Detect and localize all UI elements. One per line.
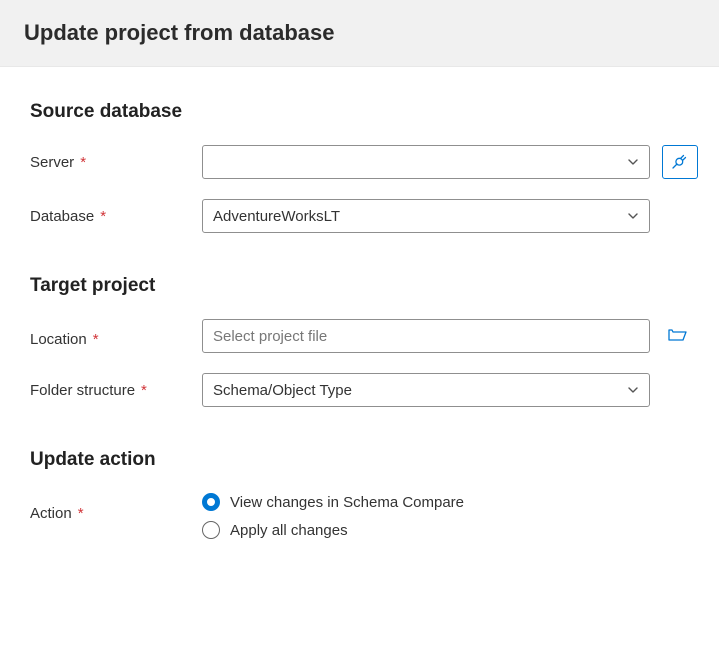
location-label-wrap: Location * [30,319,202,348]
database-label-wrap: Database * [30,208,202,225]
folder-structure-dropdown[interactable]: Schema/Object Type [202,373,650,407]
radio-label-apply-all: Apply all changes [230,522,348,539]
radio-label-view-changes: View changes in Schema Compare [230,494,464,511]
source-database-heading: Source database [30,101,689,123]
server-label: Server [30,154,74,171]
database-label: Database [30,208,94,225]
action-label-wrap: Action * [30,493,202,522]
connect-server-button[interactable] [662,145,698,179]
plug-icon [670,151,690,174]
location-row: Location * Select project file [30,319,689,353]
folder-structure-row: Folder structure * Schema/Object Type [30,373,689,407]
location-placeholder: Select project file [213,328,327,345]
radio-indicator-selected [202,493,220,511]
action-label: Action [30,505,72,522]
database-row: Database * AdventureWorksLT [30,199,689,233]
database-dropdown[interactable]: AdventureWorksLT [202,199,650,233]
radio-apply-all[interactable]: Apply all changes [202,521,464,539]
dialog-content: Source database Server * [0,67,719,611]
database-value: AdventureWorksLT [213,208,340,225]
location-label: Location [30,331,87,348]
required-mark: * [78,505,84,522]
server-label-wrap: Server * [30,154,202,171]
folder-open-icon [668,326,688,347]
chevron-down-icon [627,384,639,396]
target-project-heading: Target project [30,275,689,297]
dialog-header: Update project from database [0,0,719,67]
action-row: Action * View changes in Schema Compare … [30,493,689,539]
dialog-title: Update project from database [24,20,695,46]
chevron-down-icon [627,156,639,168]
source-database-section: Source database Server * [30,101,689,233]
update-action-section: Update action Action * View changes in S… [30,449,689,539]
radio-indicator [202,521,220,539]
radio-view-changes[interactable]: View changes in Schema Compare [202,493,464,511]
folder-structure-label: Folder structure [30,382,135,399]
required-mark: * [100,208,106,225]
required-mark: * [80,154,86,171]
folder-structure-value: Schema/Object Type [213,382,352,399]
location-input[interactable]: Select project file [202,319,650,353]
server-dropdown[interactable] [202,145,650,179]
server-row: Server * [30,145,689,179]
chevron-down-icon [627,210,639,222]
browse-location-button[interactable] [666,324,690,348]
action-radio-group: View changes in Schema Compare Apply all… [202,493,464,539]
required-mark: * [141,382,147,399]
update-action-heading: Update action [30,449,689,471]
folder-structure-label-wrap: Folder structure * [30,382,202,399]
required-mark: * [93,331,99,348]
target-project-section: Target project Location * Select project… [30,275,689,407]
